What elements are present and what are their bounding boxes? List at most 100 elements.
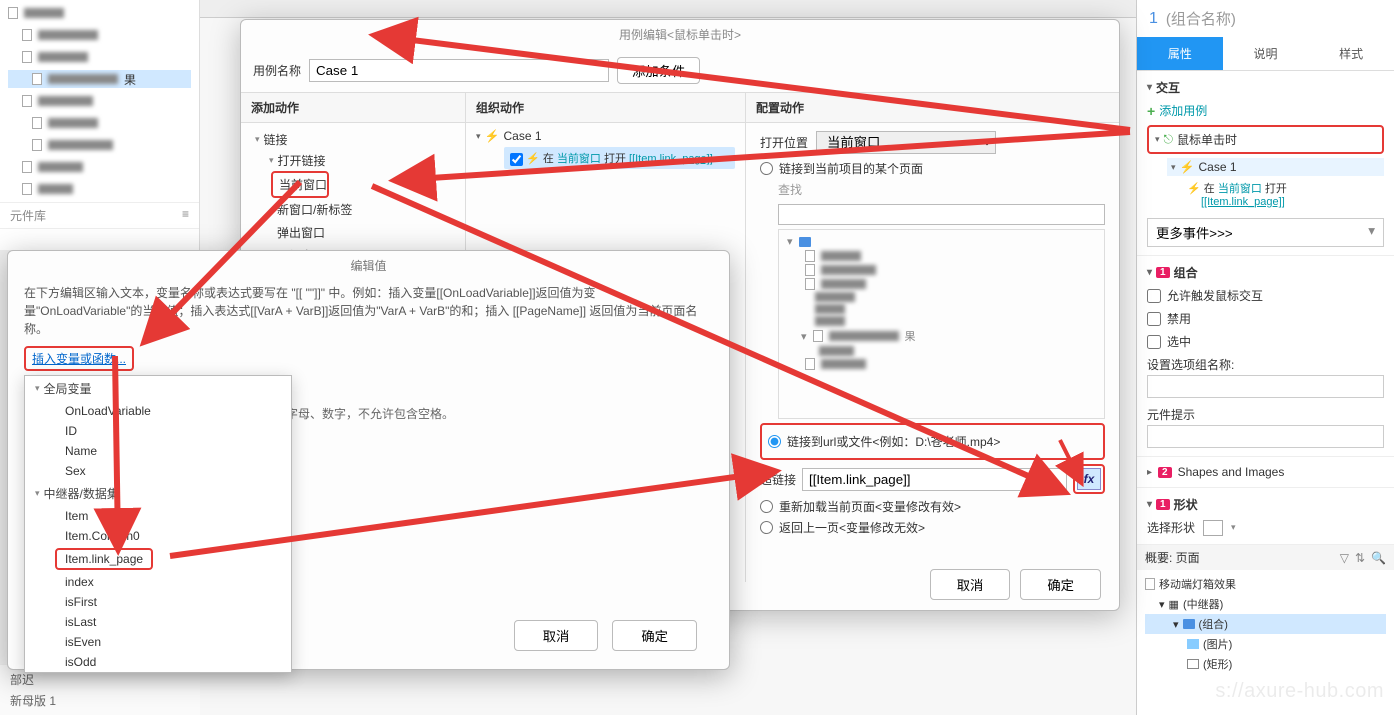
image-icon	[1187, 639, 1199, 649]
shape-header[interactable]: 1形状	[1147, 496, 1384, 513]
ruler	[200, 0, 1136, 18]
outline-item-rect[interactable]: (矩形)	[1145, 654, 1386, 674]
library-label: 元件库	[10, 207, 46, 224]
shapes-images-section: ▸ 2 Shapes and Images	[1137, 457, 1394, 488]
org-action-checkbox[interactable]	[510, 153, 523, 166]
outline-tree: 移动端灯箱效果 ▾▦(中继器) ▾(组合) (图片) (矩形)	[1137, 570, 1394, 678]
case-name-input[interactable]	[309, 59, 609, 82]
add-condition-button[interactable]: 添加条件	[617, 57, 700, 84]
case-icon: ⚡	[485, 129, 500, 143]
widget-library-header: 元件库 ≡	[0, 202, 199, 229]
more-events-dropdown[interactable]: 更多事件>>>	[1147, 218, 1384, 247]
configure-action-column: 配置动作 打开位置 当前窗口 链接到当前项目的某个页面 查找 ▾	[746, 93, 1119, 582]
vd-onload[interactable]: OnLoadVariable	[25, 401, 291, 421]
chk-allow-mouse[interactable]	[1147, 289, 1161, 303]
vd-name[interactable]: Name	[25, 441, 291, 461]
action-group-link[interactable]: 链接	[241, 129, 465, 150]
outline-item-group[interactable]: ▾(组合)	[1145, 614, 1386, 634]
chk-disabled[interactable]	[1147, 312, 1161, 326]
radio-back-label: 返回上一页<变量修改无效>	[779, 519, 925, 536]
tab-properties[interactable]: 属性	[1137, 37, 1223, 70]
action-link: [[Item.link_page]]	[1201, 196, 1285, 208]
shape-preview[interactable]	[1203, 520, 1223, 536]
group-section: 1组合 允许触发鼠标交互 禁用 选中 设置选项组名称: 元件提示	[1137, 256, 1394, 457]
vd-isodd[interactable]: isOdd	[25, 652, 291, 672]
outline-title: 概要: 页面	[1145, 549, 1200, 566]
shape-dropdown-icon[interactable]: ▾	[1231, 522, 1236, 533]
selection-group-label: 设置选项组名称:	[1147, 356, 1384, 373]
vd-item[interactable]: Item	[25, 506, 291, 526]
org-action[interactable]: ⚡ 在 当前窗口 打开 [[Item.link_page]]	[504, 147, 735, 169]
ev-ok-button[interactable]: 确定	[612, 620, 697, 651]
library-menu-icon[interactable]: ≡	[182, 207, 189, 224]
outline-search-icon[interactable]: 🔍	[1371, 551, 1386, 565]
url-label: 超链接	[760, 471, 796, 488]
add-case-link[interactable]: 添加用例	[1147, 102, 1384, 119]
vd-id[interactable]: ID	[25, 421, 291, 441]
outline-sort-icon[interactable]: ⇅	[1355, 551, 1365, 565]
radio-url-highlight: 链接到url或文件<例如：D:\苍老师.mp4>	[760, 423, 1105, 460]
action-icon: ⚡	[526, 153, 540, 165]
shapes-images-header[interactable]: ▸ 2 Shapes and Images	[1147, 465, 1384, 479]
vd-iseven[interactable]: isEven	[25, 632, 291, 652]
configure-action-header: 配置动作	[746, 93, 1119, 123]
widget-hint-label: 元件提示	[1147, 406, 1384, 423]
selection-count: 1	[1149, 10, 1158, 28]
watermark: s://axure-hub.com	[1215, 680, 1384, 703]
action-prefix: 在	[1204, 183, 1215, 195]
vd-index[interactable]: index	[25, 572, 291, 592]
outline-filter-icon[interactable]: ▽	[1340, 551, 1349, 565]
radio-back[interactable]	[760, 521, 773, 534]
outline-item-image[interactable]: (图片)	[1145, 634, 1386, 654]
open-location-label: 打开位置	[760, 134, 808, 151]
vd-isfirst[interactable]: isFirst	[25, 592, 291, 612]
tab-notes[interactable]: 说明	[1223, 37, 1309, 70]
shape-section: 1形状 选择形状 ▾	[1137, 488, 1394, 545]
outline-item-repeater[interactable]: ▾▦(中继器)	[1145, 594, 1386, 614]
page-search-input[interactable]	[778, 204, 1105, 225]
widget-hint-input[interactable]	[1147, 425, 1384, 448]
interaction-header[interactable]: 交互	[1147, 79, 1384, 96]
radio-reload-label: 重新加载当前页面<变量修改有效>	[779, 498, 961, 515]
radio-link-page[interactable]	[760, 162, 773, 175]
page-tree[interactable]: ▾ ▾果	[778, 229, 1105, 419]
chk-selected-label: 选中	[1167, 333, 1191, 350]
chk-selected-row: 选中	[1147, 333, 1384, 350]
open-location-select[interactable]: 当前窗口	[816, 131, 996, 154]
vd-islast[interactable]: isLast	[25, 612, 291, 632]
case-item[interactable]: ▾ ⚡ Case 1	[1167, 158, 1384, 176]
case-name-label: Case 1	[1198, 160, 1236, 174]
outline-item-page[interactable]: 移动端灯箱效果	[1145, 574, 1386, 594]
tab-style[interactable]: 样式	[1308, 37, 1394, 70]
url-input[interactable]	[802, 468, 1067, 491]
vd-group-globals[interactable]: 全局变量	[25, 376, 291, 401]
radio-link-page-label: 链接到当前项目的某个页面	[779, 160, 923, 177]
vd-group-repeater[interactable]: 中继器/数据集	[25, 481, 291, 506]
event-onclick[interactable]: ▾ ⎋ 鼠标单击时	[1147, 125, 1384, 154]
ev-cancel-button[interactable]: 取消	[514, 620, 599, 651]
vd-sex[interactable]: Sex	[25, 461, 291, 481]
radio-reload[interactable]	[760, 500, 773, 513]
chk-disabled-label: 禁用	[1167, 310, 1191, 327]
main-cancel-button[interactable]: 取消	[930, 569, 1011, 600]
action-new-window[interactable]: 新窗口/新标签	[241, 198, 465, 221]
org-case[interactable]: ▾ ⚡ Case 1	[476, 129, 735, 143]
fx-button[interactable]: fx	[1077, 468, 1101, 490]
main-ok-button[interactable]: 确定	[1020, 569, 1101, 600]
vd-link-page[interactable]: Item.link_page	[55, 548, 153, 570]
action-current-window[interactable]: 当前窗口	[271, 171, 329, 198]
chk-allow-mouse-label: 允许触发鼠标交互	[1167, 287, 1263, 304]
add-case-label: 添加用例	[1159, 102, 1207, 119]
action-popup-window[interactable]: 弹出窗口	[241, 221, 465, 244]
radio-url[interactable]	[768, 435, 781, 448]
case-action[interactable]: ⚡ 在 当前窗口 打开 [[Item.link_page]]	[1187, 180, 1384, 208]
group-header[interactable]: 1组合	[1147, 264, 1384, 281]
vd-column0[interactable]: Item.Column0	[25, 526, 291, 546]
action-open-link[interactable]: 打开链接	[241, 150, 465, 171]
page-icon	[1145, 578, 1155, 590]
inspector-tabs: 属性 说明 样式	[1137, 37, 1394, 71]
inspector-panel: 1 (组合名称) 属性 说明 样式 交互 添加用例 ▾ ⎋ 鼠标单击时 ▾ ⚡ …	[1136, 0, 1394, 715]
insert-variable-link[interactable]: 插入变量或函数...	[32, 352, 126, 366]
chk-selected[interactable]	[1147, 335, 1161, 349]
selection-group-input[interactable]	[1147, 375, 1384, 398]
